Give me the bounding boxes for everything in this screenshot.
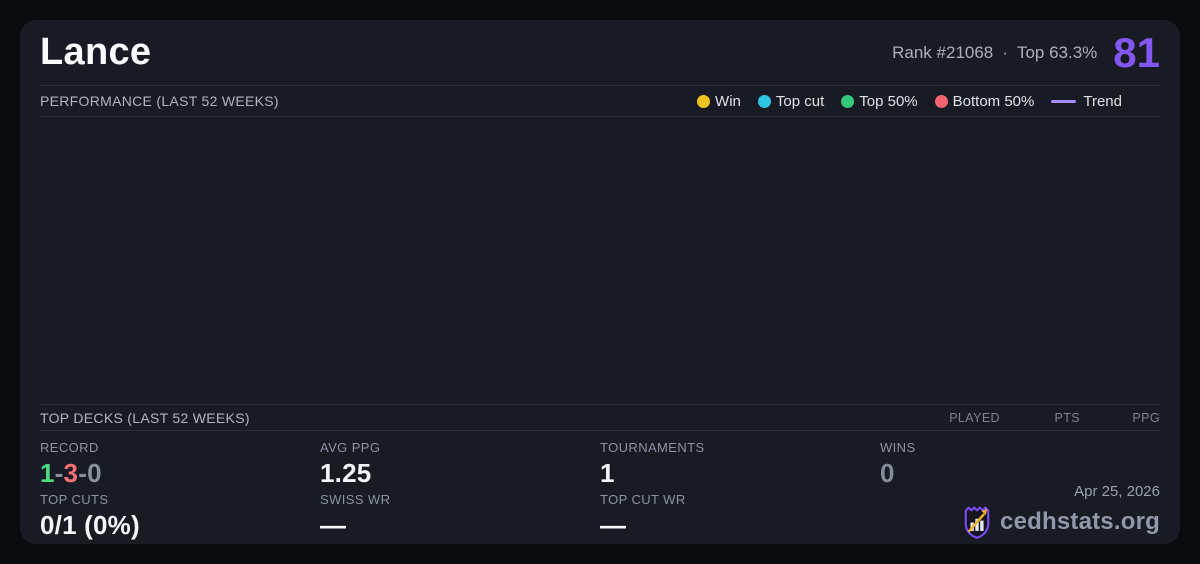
card-header: Lance Rank #21068 · Top 63.3% 81 bbox=[40, 20, 1160, 86]
chart-legend: Win Top cut Top 50% Bottom 50% Trend bbox=[697, 93, 1160, 110]
stat-top-cut-wr: TOP CUT WR — bbox=[600, 492, 880, 544]
top-50-dot-icon bbox=[841, 94, 855, 108]
record-losses: 3 bbox=[63, 458, 79, 488]
cedhstats-logo-icon bbox=[964, 506, 990, 539]
column-header-ppg: PPG bbox=[1132, 410, 1160, 425]
trend-line-icon bbox=[1051, 99, 1077, 103]
stat-swiss-wr-value: — bbox=[320, 510, 347, 540]
legend-label-top-cut: Top cut bbox=[775, 92, 825, 110]
dot-separator: · bbox=[1002, 42, 1008, 62]
stat-top-cut-wr-value: — bbox=[600, 510, 627, 540]
top-cut-dot-icon bbox=[757, 94, 771, 108]
stats-summary: RECORD 1-3-0 AVG PPG 1.25 TOURNAMENTS 1 … bbox=[40, 431, 1160, 544]
score-value: 81 bbox=[1113, 28, 1160, 76]
bottom-50-dot-icon bbox=[934, 94, 948, 108]
rank-summary: Rank #21068 · Top 63.3% bbox=[892, 43, 1097, 63]
legend-item-top-50[interactable]: Top 50% bbox=[841, 92, 918, 110]
header-right: Rank #21068 · Top 63.3% 81 bbox=[892, 28, 1160, 76]
legend-label-bottom-50: Bottom 50% bbox=[952, 92, 1035, 110]
record-wins: 1 bbox=[40, 458, 55, 488]
stat-tournaments: TOURNAMENTS 1 bbox=[600, 440, 880, 492]
legend-item-top-cut[interactable]: Top cut bbox=[757, 92, 825, 110]
legend-item-win[interactable]: Win bbox=[697, 93, 741, 110]
record-separator: - bbox=[54, 458, 64, 488]
page-title: Lance bbox=[40, 31, 152, 73]
page: { "header": { "title": "Lance", "rank": … bbox=[0, 0, 1200, 564]
stat-avg-ppg-label: AVG PPG bbox=[320, 440, 381, 455]
stat-avg-ppg-value: 1.25 bbox=[320, 458, 372, 488]
stat-record-label: RECORD bbox=[40, 440, 99, 455]
stat-tournaments-label: TOURNAMENTS bbox=[600, 440, 705, 455]
rank-text: Rank #21068 bbox=[892, 42, 994, 62]
legend-label-trend: Trend bbox=[1083, 92, 1122, 110]
stat-avg-ppg: AVG PPG 1.25 bbox=[320, 440, 600, 492]
performance-chart-area bbox=[40, 117, 1160, 404]
stat-record-value: 1-3-0 bbox=[40, 458, 320, 489]
stat-tournaments-value: 1 bbox=[600, 458, 615, 488]
legend-label-win: Win bbox=[715, 92, 741, 110]
performance-section-title: PERFORMANCE (LAST 52 WEEKS) bbox=[40, 93, 279, 109]
site-name[interactable]: cedhstats.org bbox=[1000, 508, 1160, 536]
top-percent-text: Top 63.3% bbox=[1016, 42, 1098, 62]
column-header-played: PLAYED bbox=[949, 410, 1000, 425]
legend-item-trend[interactable]: Trend bbox=[1051, 93, 1122, 110]
player-stats-card: Lance Rank #21068 · Top 63.3% 81 PERFORM… bbox=[20, 20, 1180, 544]
top-decks-section-title: TOP DECKS (LAST 52 WEEKS) bbox=[40, 409, 250, 426]
performance-section-header: PERFORMANCE (LAST 52 WEEKS) Win Top cut … bbox=[40, 86, 1160, 117]
stat-top-cuts-label: TOP CUTS bbox=[40, 492, 109, 507]
card-date: Apr 25, 2026 bbox=[1074, 483, 1160, 500]
stat-top-cuts-value: 0/1 (0%) bbox=[40, 510, 140, 540]
legend-label-top-50: Top 50% bbox=[859, 92, 918, 110]
stat-swiss-wr-label: SWISS WR bbox=[320, 492, 391, 507]
branding-block: Apr 25, 2026 cedhstats.org bbox=[962, 483, 1160, 539]
win-dot-icon bbox=[697, 94, 711, 108]
legend-item-bottom-50[interactable]: Bottom 50% bbox=[934, 92, 1035, 110]
top-decks-column-headers: PLAYED PTS PPG bbox=[920, 411, 1160, 425]
stat-wins-label: WINS bbox=[880, 440, 916, 455]
column-header-pts: PTS bbox=[1054, 410, 1080, 425]
stat-top-cut-wr-label: TOP CUT WR bbox=[600, 492, 686, 507]
top-decks-section-header: TOP DECKS (LAST 52 WEEKS) PLAYED PTS PPG bbox=[40, 404, 1160, 431]
brand-row: cedhstats.org bbox=[962, 505, 1160, 539]
record-draws: 0 bbox=[87, 458, 102, 488]
stat-swiss-wr: SWISS WR — bbox=[320, 492, 600, 544]
stat-record: RECORD 1-3-0 bbox=[40, 440, 320, 492]
record-separator: - bbox=[78, 458, 88, 488]
stat-top-cuts: TOP CUTS 0/1 (0%) bbox=[40, 492, 320, 544]
